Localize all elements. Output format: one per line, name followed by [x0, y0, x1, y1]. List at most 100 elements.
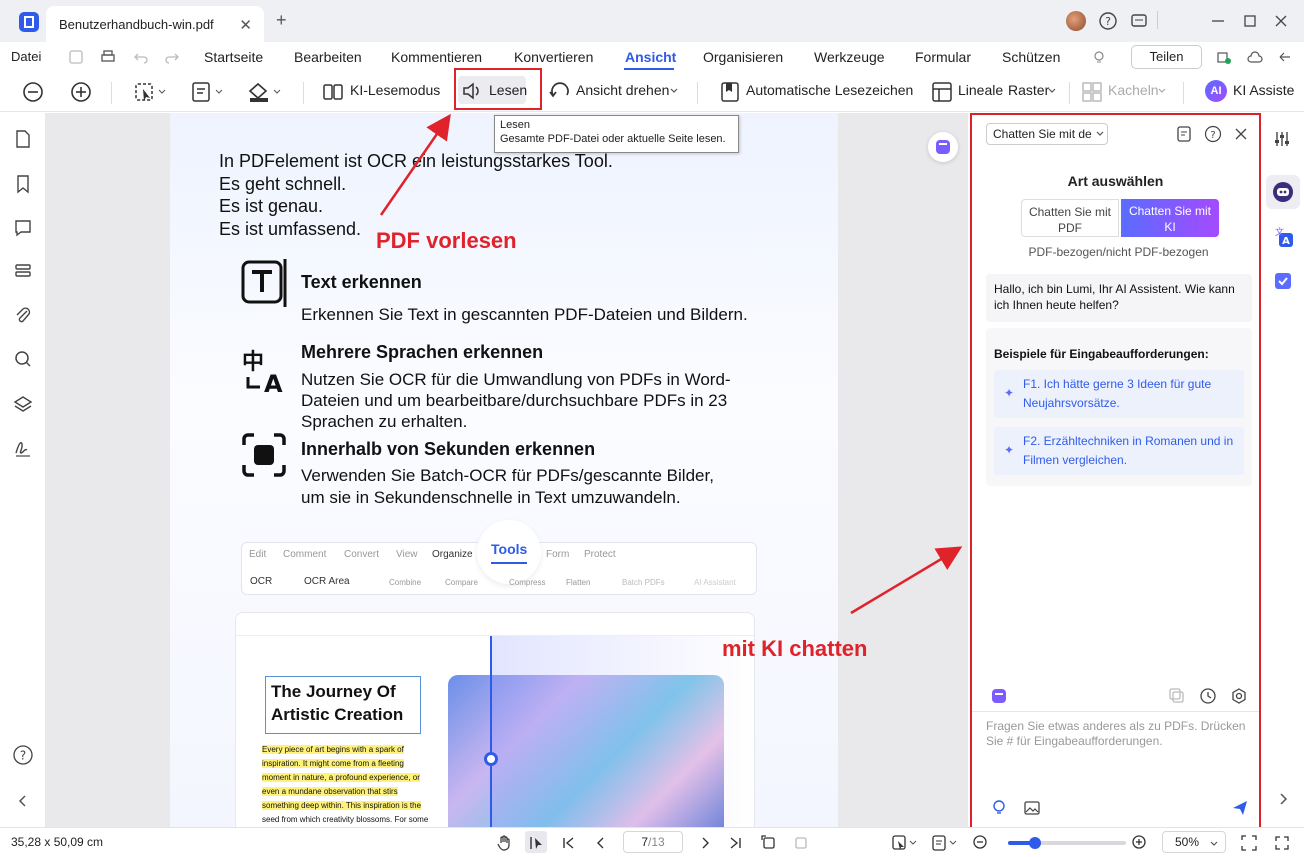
- ruler-icon[interactable]: [931, 81, 953, 103]
- feedback-icon[interactable]: [1129, 11, 1149, 31]
- tiles-icon[interactable]: [1081, 81, 1103, 103]
- rotate-view-icon[interactable]: [548, 81, 572, 103]
- prompt-example[interactable]: ✦ F1. Ich hätte gerne 3 Ideen für gute N…: [994, 370, 1244, 418]
- menu-organisieren[interactable]: Organisieren: [703, 49, 783, 65]
- help-icon[interactable]: ?: [1098, 11, 1118, 31]
- ai-assistant-panel: Chatten Sie mit de ? Art auswählen Chatt…: [970, 113, 1261, 829]
- ai-assistant-label[interactable]: KI Assiste: [1233, 82, 1294, 98]
- rotate-view-label[interactable]: Ansicht drehen: [576, 82, 669, 98]
- history-icon[interactable]: [1199, 687, 1217, 705]
- translate-icon[interactable]: A文: [1272, 226, 1294, 248]
- first-page-icon[interactable]: [561, 835, 577, 851]
- menu-kommentieren[interactable]: Kommentieren: [391, 49, 482, 65]
- type-subtitle: PDF-bezogen/nicht PDF-bezogen: [1028, 245, 1209, 259]
- select-mode-icon[interactable]: [892, 834, 918, 852]
- next-page-icon[interactable]: [697, 835, 713, 851]
- zoom-slider[interactable]: [1008, 837, 1126, 849]
- rulers-label[interactable]: Lineale: [958, 82, 1003, 98]
- chat-with-ai-option[interactable]: Chatten Sie mit KI: [1121, 199, 1219, 237]
- bookmarks-icon[interactable]: [13, 174, 33, 194]
- rotate-page-icon[interactable]: [760, 834, 778, 852]
- fit-page-icon[interactable]: [1240, 834, 1258, 852]
- ai-chat-icon[interactable]: [990, 687, 1008, 705]
- ai-robot-icon[interactable]: [1272, 181, 1294, 203]
- zoom-in-icon[interactable]: [1131, 834, 1149, 852]
- close-panel-icon[interactable]: [1233, 126, 1249, 142]
- reading-mode-label[interactable]: KI-Lesemodus: [350, 82, 440, 98]
- text-select-icon[interactable]: [527, 834, 545, 852]
- chat-input[interactable]: Fragen Sie etwas anderes als zu PDFs. Dr…: [986, 719, 1252, 779]
- close-window-icon[interactable]: [1271, 11, 1291, 31]
- zoom-in-icon[interactable]: [70, 81, 92, 103]
- fullscreen-icon[interactable]: [1273, 834, 1291, 852]
- share-button[interactable]: Teilen: [1131, 45, 1202, 69]
- grid-label[interactable]: Raster: [1008, 82, 1049, 98]
- chevron-down-icon: [1096, 131, 1104, 136]
- menu-startseite[interactable]: Startseite: [204, 49, 263, 65]
- background-color-icon[interactable]: [247, 81, 283, 103]
- ai-assistant-icon[interactable]: AI: [1205, 80, 1227, 102]
- print-icon[interactable]: [100, 49, 116, 65]
- bookmark-icon[interactable]: [720, 81, 740, 103]
- close-tab-icon[interactable]: ✕: [239, 16, 252, 34]
- menu-schuetzen[interactable]: Schützen: [1002, 49, 1060, 65]
- toolbar-divider: [1183, 82, 1184, 104]
- comments-icon[interactable]: [13, 218, 33, 238]
- layers-icon[interactable]: [13, 394, 33, 414]
- redo-icon[interactable]: [164, 49, 180, 65]
- document-tab[interactable]: Benutzerhandbuch-win.pdf ✕: [46, 6, 264, 42]
- minimize-icon[interactable]: [1208, 11, 1228, 31]
- avatar[interactable]: [1066, 11, 1086, 31]
- page-number-input[interactable]: 7/13: [623, 831, 683, 853]
- reading-mode-icon[interactable]: [322, 82, 344, 102]
- select-tool-icon[interactable]: [134, 81, 168, 103]
- auto-bookmarks-label[interactable]: Automatische Lesezeichen: [746, 82, 913, 98]
- attachment-icon[interactable]: [13, 305, 33, 325]
- menu-formular[interactable]: Formular: [915, 49, 971, 65]
- page-thumbnails-icon[interactable]: [13, 129, 33, 149]
- previous-page-icon[interactable]: [593, 835, 609, 851]
- page-display-icon[interactable]: [191, 81, 225, 103]
- cloud-upload-icon[interactable]: [1246, 48, 1264, 66]
- undo-icon[interactable]: [133, 49, 149, 65]
- option-label: Chatten Sie mit: [1028, 205, 1112, 219]
- image-upload-icon[interactable]: [1023, 799, 1041, 817]
- new-tab-icon[interactable]: +: [276, 10, 287, 31]
- prompt-example[interactable]: ✦ F2. Erzähltechniken in Romanen und in …: [994, 427, 1244, 475]
- sync-icon[interactable]: [1215, 48, 1233, 66]
- menu-file[interactable]: Datei: [11, 49, 41, 64]
- page-layout-icon[interactable]: [932, 834, 958, 852]
- menu-bearbeiten[interactable]: Bearbeiten: [294, 49, 362, 65]
- chevron-right-icon[interactable]: [1276, 792, 1290, 806]
- lightbulb-icon[interactable]: [990, 799, 1008, 817]
- share-button-label: Teilen: [1149, 49, 1184, 64]
- menu-werkzeuge[interactable]: Werkzeuge: [814, 49, 885, 65]
- zoom-out-icon[interactable]: [22, 81, 44, 103]
- layers-list-icon[interactable]: [13, 261, 33, 281]
- crop-icon[interactable]: [792, 834, 810, 852]
- maximize-icon[interactable]: [1240, 11, 1260, 31]
- tiles-label[interactable]: Kacheln: [1108, 82, 1159, 98]
- hand-tool-icon[interactable]: [496, 834, 514, 852]
- properties-icon[interactable]: [1272, 129, 1292, 149]
- collapse-sidebar-icon[interactable]: [13, 791, 33, 811]
- search-icon[interactable]: [13, 349, 33, 369]
- zoom-out-icon[interactable]: [972, 834, 990, 852]
- send-icon[interactable]: [1231, 799, 1249, 817]
- menu-ansicht[interactable]: Ansicht: [625, 49, 676, 65]
- settings-icon[interactable]: [1230, 687, 1248, 705]
- menu-konvertieren[interactable]: Konvertieren: [514, 49, 593, 65]
- new-chat-icon[interactable]: [1175, 125, 1193, 143]
- lightbulb-icon[interactable]: [1090, 48, 1108, 66]
- zoom-slider-handle[interactable]: [1028, 837, 1041, 849]
- signature-icon[interactable]: [13, 438, 33, 458]
- chat-with-pdf-option[interactable]: Chatten Sie mit PDF: [1021, 199, 1119, 237]
- help-icon[interactable]: ?: [13, 745, 33, 765]
- help-icon[interactable]: ?: [1204, 125, 1222, 143]
- chat-mode-select[interactable]: Chatten Sie mit de: [986, 123, 1108, 145]
- expand-icon[interactable]: [1276, 48, 1294, 66]
- last-page-icon[interactable]: [727, 835, 743, 851]
- save-icon[interactable]: [68, 49, 84, 65]
- checklist-icon[interactable]: [1272, 270, 1294, 292]
- copy-icon[interactable]: [1168, 687, 1186, 705]
